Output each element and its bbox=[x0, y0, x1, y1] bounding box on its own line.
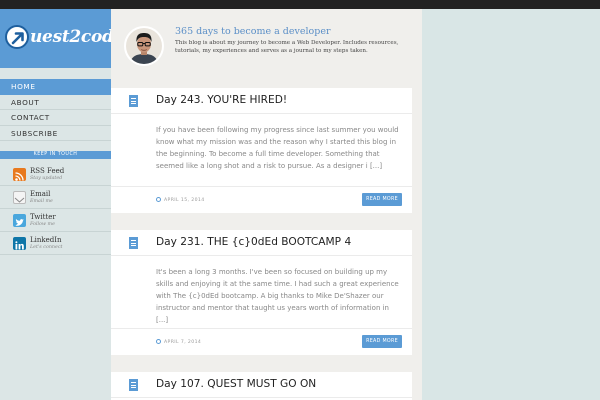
post-date-text: APRIL 7, 2014 bbox=[164, 340, 202, 345]
blog-header: 365 days to become a developer This blog… bbox=[111, 9, 422, 83]
social-name: LinkedIn bbox=[30, 236, 62, 244]
post-title[interactable]: Day 231. THE {c}0dEd BOOTCAMP 4 bbox=[156, 236, 351, 248]
post-date: APRIL 7, 2014 bbox=[156, 339, 201, 345]
logo-arrow-icon bbox=[5, 25, 29, 49]
nav-item-contact[interactable]: CONTACT bbox=[0, 110, 111, 126]
social-links: RSS Feed Stay updated Email Email me Twi… bbox=[0, 163, 111, 255]
post-footer: APRIL 15, 2014 READ MORE bbox=[111, 186, 412, 213]
post-title[interactable]: Day 243. YOU'RE HIRED! bbox=[156, 94, 287, 106]
main-nav: HOME ABOUT CONTACT SUBSCRIBE bbox=[0, 79, 111, 141]
post-excerpt: If you have been following my progress s… bbox=[156, 126, 399, 171]
site-title[interactable]: 365 days to become a developer bbox=[175, 26, 331, 37]
social-subtitle: Follow me bbox=[30, 222, 55, 227]
rss-icon bbox=[13, 168, 26, 181]
email-icon bbox=[13, 191, 26, 204]
sidebar: uest2code HOME ABOUT CONTACT SUBSCRIBE K… bbox=[0, 9, 124, 400]
twitter-icon bbox=[13, 214, 26, 227]
post-header: Day 107. QUEST MUST GO ON bbox=[111, 372, 412, 398]
document-icon bbox=[129, 379, 138, 391]
social-link-rss[interactable]: RSS Feed Stay updated bbox=[0, 163, 111, 186]
site-logo[interactable]: uest2code bbox=[0, 9, 124, 68]
social-subtitle: Stay updated bbox=[30, 176, 63, 181]
post-excerpt: It's been a long 3 months. I've been so … bbox=[156, 268, 399, 325]
post-card: Day 231. THE {c}0dEd BOOTCAMP 4 It's bee… bbox=[111, 230, 412, 355]
post-card: Day 107. QUEST MUST GO ON bbox=[111, 372, 412, 400]
social-link-email[interactable]: Email Email me bbox=[0, 186, 111, 209]
clock-icon bbox=[156, 197, 161, 202]
post-footer: APRIL 7, 2014 READ MORE bbox=[111, 328, 412, 355]
logo-text: uest2code bbox=[30, 27, 125, 47]
post-header: Day 243. YOU'RE HIRED! bbox=[111, 88, 412, 114]
clock-icon bbox=[156, 339, 161, 344]
author-avatar bbox=[124, 26, 164, 66]
post-date: APRIL 15, 2014 bbox=[156, 197, 205, 203]
social-subtitle: Let's connect bbox=[30, 245, 63, 250]
social-name: Twitter bbox=[30, 213, 56, 221]
social-subtitle: Email me bbox=[30, 199, 53, 204]
site-description: This blog is about my journey to become … bbox=[175, 40, 399, 54]
read-more-button[interactable]: READ MORE bbox=[362, 193, 402, 206]
document-icon bbox=[129, 95, 138, 107]
main-content: 365 days to become a developer This blog… bbox=[111, 9, 422, 400]
read-more-button[interactable]: READ MORE bbox=[362, 335, 402, 348]
nav-item-about[interactable]: ABOUT bbox=[0, 95, 111, 110]
nav-item-home[interactable]: HOME bbox=[0, 79, 111, 95]
document-icon bbox=[129, 237, 138, 249]
post-date-text: APRIL 15, 2014 bbox=[164, 198, 205, 203]
social-link-twitter[interactable]: Twitter Follow me bbox=[0, 209, 111, 232]
keep-in-touch-heading: KEEP IN TOUCH bbox=[0, 151, 111, 159]
linkedin-icon bbox=[13, 237, 26, 250]
post-card: Day 243. YOU'RE HIRED! If you have been … bbox=[111, 88, 412, 213]
post-header: Day 231. THE {c}0dEd BOOTCAMP 4 bbox=[111, 230, 412, 256]
post-title[interactable]: Day 107. QUEST MUST GO ON bbox=[156, 378, 316, 390]
social-name: RSS Feed bbox=[30, 167, 65, 175]
top-bar bbox=[0, 0, 600, 9]
social-name: Email bbox=[30, 190, 51, 198]
social-link-linkedin[interactable]: LinkedIn Let's connect bbox=[0, 232, 111, 255]
nav-item-subscribe[interactable]: SUBSCRIBE bbox=[0, 126, 111, 141]
